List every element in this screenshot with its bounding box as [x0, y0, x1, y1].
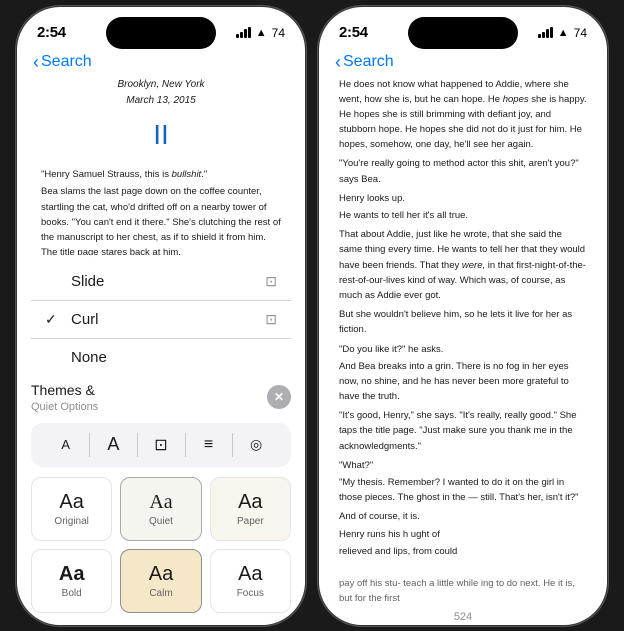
theme-grid: Aa Original Aa Quiet Aa Paper Aa Bold Aa [17, 473, 305, 625]
theme-quiet-name: Quiet [149, 516, 173, 527]
nav-bar-left: ‹ Search [17, 51, 305, 77]
display-button[interactable]: ◎ [238, 429, 274, 461]
back-label-left: Search [41, 53, 92, 71]
theme-bold-aa: Aa [59, 563, 85, 586]
slide-menu: Slide ⊡ ✓ Curl ⊡ None [31, 263, 291, 376]
book-header: Brooklyn, New YorkMarch 13, 2015 II [41, 77, 281, 158]
theme-quiet-aa: Aa [149, 491, 172, 514]
back-button-right[interactable]: ‹ Search [335, 53, 394, 71]
rp-14: relieved and lips, from could [339, 544, 587, 559]
book-content-right: He does not know what happened to Addie,… [319, 77, 607, 607]
font-type-button[interactable]: ⊡ [143, 429, 179, 461]
dynamic-island-right [408, 17, 518, 49]
theme-paper-aa: Aa [238, 491, 262, 514]
theme-quiet[interactable]: Aa Quiet [120, 477, 201, 541]
theme-original[interactable]: Aa Original [31, 477, 112, 541]
font-spacing-icon: ≡ [204, 436, 213, 454]
rp-4: He wants to tell her it's all true. [339, 208, 587, 223]
theme-focus-name: Focus [237, 588, 264, 599]
book-location: Brooklyn, New YorkMarch 13, 2015 [41, 77, 281, 109]
quiet-options-label: Quiet Options [31, 401, 98, 413]
themes-label: Themes & [31, 382, 95, 398]
battery-left: 74 [272, 26, 285, 40]
theme-focus[interactable]: Aa Focus [210, 549, 291, 613]
back-arrow-right: ‹ [335, 53, 341, 71]
status-right-right: ▲ 74 [538, 26, 587, 40]
rp-6: But she wouldn't believe him, so he lets… [339, 307, 587, 337]
back-arrow-left: ‹ [33, 53, 39, 71]
dynamic-island [106, 17, 216, 49]
font-small-a[interactable]: A [48, 429, 84, 461]
font-small-icon: A [61, 437, 70, 452]
battery-right: 74 [574, 26, 587, 40]
rp-9: "It's good, Henry," she says. "It's real… [339, 408, 587, 454]
book-paragraphs-right: He does not know what happened to Addie,… [339, 77, 587, 607]
font-controls: A A ⊡ ≡ ◎ [31, 423, 291, 467]
themes-section: Themes & Quiet Options ✕ [17, 376, 305, 417]
slide-label-curl: Curl [71, 311, 99, 328]
theme-paper[interactable]: Aa Paper [210, 477, 291, 541]
theme-original-aa: Aa [59, 491, 83, 514]
font-large-icon: A [107, 434, 119, 455]
chapter-number: II [41, 113, 281, 158]
rp-10: "What?" [339, 458, 587, 473]
slide-option-none[interactable]: None [31, 339, 291, 376]
back-button-left[interactable]: ‹ Search [33, 53, 92, 71]
slide-icon-slide: ⊡ [265, 273, 277, 290]
divider-1 [89, 433, 90, 457]
book-para-2: Bea slams the last page down on the coff… [41, 184, 281, 260]
font-type-icon: ⊡ [154, 435, 167, 455]
font-large-a[interactable]: A [95, 429, 131, 461]
rp-5: That about Addie, just like he wrote, th… [339, 227, 587, 303]
theme-paper-name: Paper [237, 516, 264, 527]
theme-calm[interactable]: Aa Calm [120, 549, 201, 613]
theme-focus-aa: Aa [238, 563, 262, 586]
status-right-left: ▲ 74 [236, 26, 285, 40]
phones-container: 2:54 ▲ 74 ‹ Search Brooklyn, Ne [16, 6, 608, 626]
divider-2 [137, 433, 138, 457]
rp-2: "You're really going to method actor thi… [339, 156, 587, 186]
rp-7: "Do you like it?" he asks. [339, 342, 587, 357]
divider-4 [232, 433, 233, 457]
divider-3 [185, 433, 186, 457]
rp-11: "My thesis. Remember? I wanted to do it … [339, 475, 587, 505]
rp-3: Henry looks up. [339, 191, 587, 206]
time-left: 2:54 [37, 24, 66, 41]
signal-icon [236, 27, 251, 38]
checkmark-curl: ✓ [45, 311, 61, 328]
rp-8: And Bea breaks into a grin. There is no … [339, 359, 587, 405]
rp-13: Henry runs his h ught of [339, 527, 587, 542]
close-button[interactable]: ✕ [267, 385, 291, 409]
right-phone: 2:54 ▲ 74 ‹ Search He does not [318, 6, 608, 626]
theme-bold[interactable]: Aa Bold [31, 549, 112, 613]
slide-label-slide: Slide [71, 273, 104, 290]
overlay-panel: Slide ⊡ ✓ Curl ⊡ None [17, 255, 305, 625]
theme-calm-aa: Aa [149, 563, 173, 586]
left-phone: 2:54 ▲ 74 ‹ Search Brooklyn, Ne [16, 6, 306, 626]
wifi-icon-right: ▲ [558, 27, 569, 39]
wifi-icon: ▲ [256, 27, 267, 39]
back-label-right: Search [343, 53, 394, 71]
slide-label-none: None [71, 349, 107, 366]
book-para-1: "Henry Samuel Strauss, this is bullshit.… [41, 167, 281, 182]
theme-bold-name: Bold [62, 588, 82, 599]
theme-original-name: Original [54, 516, 88, 527]
themes-row: Themes & Quiet Options ✕ [31, 382, 291, 413]
rp-12: And of course, it is. [339, 509, 587, 524]
rp-1: He does not know what happened to Addie,… [339, 77, 587, 153]
rp-15: pay off his stu- teach a little while in… [339, 576, 587, 606]
slide-option-curl[interactable]: ✓ Curl ⊡ [31, 301, 291, 339]
nav-bar-right: ‹ Search [319, 51, 607, 77]
slide-option-slide[interactable]: Slide ⊡ [31, 263, 291, 301]
theme-calm-name: Calm [149, 588, 172, 599]
slide-icon-curl: ⊡ [265, 311, 277, 328]
font-spacing-button[interactable]: ≡ [191, 429, 227, 461]
signal-icon-right [538, 27, 553, 38]
time-right: 2:54 [339, 24, 368, 41]
page-number: 524 [319, 607, 607, 626]
eye-icon: ◎ [250, 436, 262, 453]
